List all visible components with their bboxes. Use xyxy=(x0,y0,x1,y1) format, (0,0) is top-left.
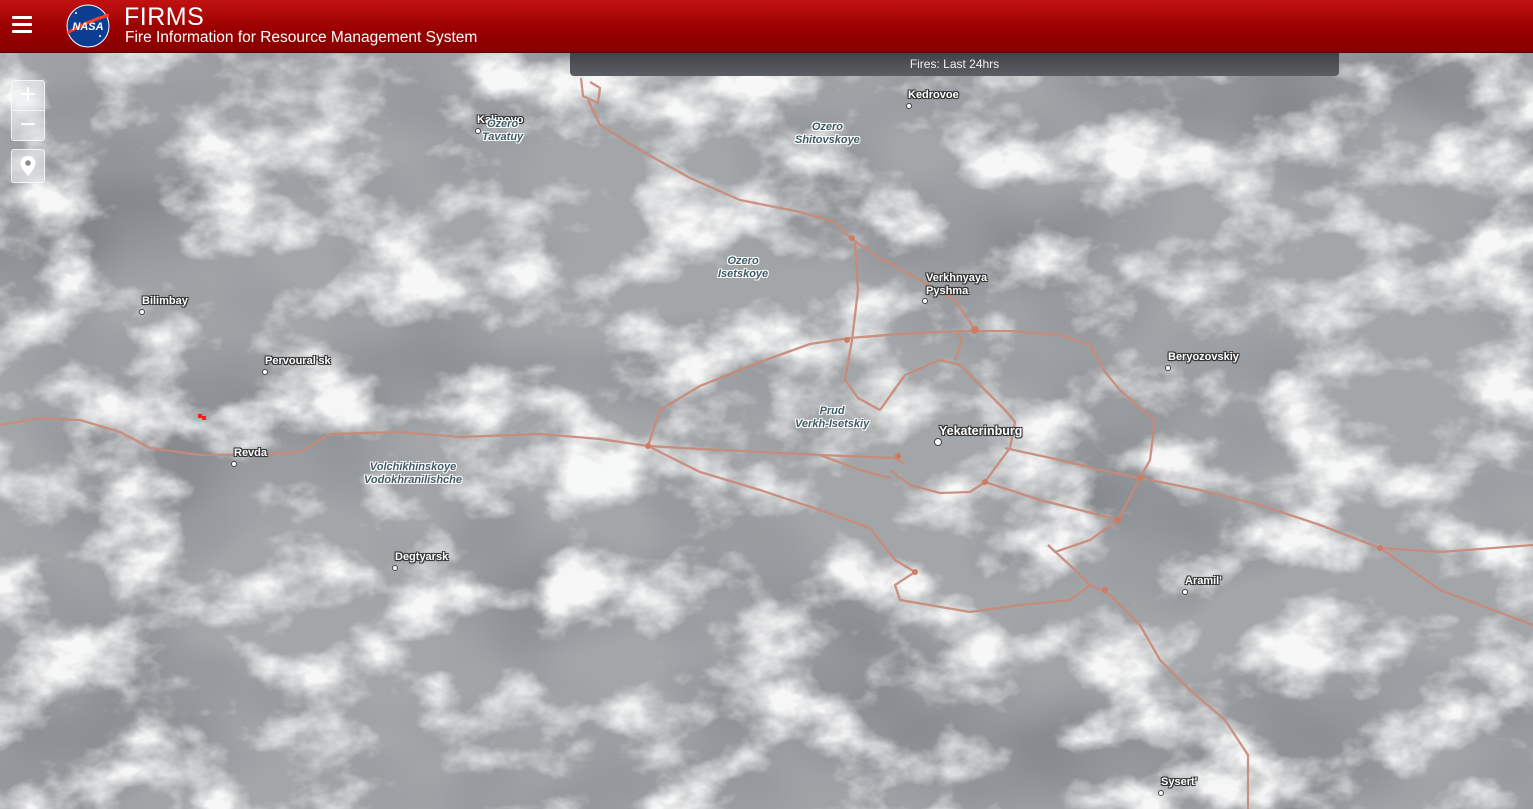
zoom-control: + − xyxy=(11,80,45,141)
nasa-logo-text: NASA xyxy=(72,21,103,33)
place-label: Sysert' xyxy=(1161,776,1198,788)
water-label: Ozero Tavatuy xyxy=(482,118,524,143)
place-marker xyxy=(139,309,145,315)
place-marker xyxy=(475,128,481,134)
place-label: Beryozovskiy xyxy=(1168,351,1239,363)
satellite-imagery xyxy=(0,52,1533,809)
place-label: Verkhnyaya xyxy=(926,272,988,284)
water-label: Ozero Isetskoye xyxy=(718,255,769,280)
place-marker xyxy=(392,565,398,571)
place-label: Bilimbay xyxy=(142,295,188,307)
place-label: Aramil' xyxy=(1185,575,1222,587)
map-pin-icon xyxy=(20,156,36,176)
place-marker xyxy=(906,103,912,109)
place-marker xyxy=(1182,589,1188,595)
place-label: Kedrovoe xyxy=(908,89,959,101)
map-canvas[interactable] xyxy=(0,52,1533,809)
fires-timeframe-bar[interactable]: Fires: Last 24hrs xyxy=(570,52,1339,76)
water-label: Prud Verkh-Isetskiy xyxy=(795,405,870,430)
zoom-in-button[interactable]: + xyxy=(12,81,44,110)
place-marker xyxy=(1158,790,1164,796)
app-subtitle: Fire Information for Resource Management… xyxy=(125,29,478,46)
water-label: Volchikhinskoye Vodokhranilishche xyxy=(364,461,463,486)
place-marker xyxy=(231,461,237,467)
place-marker xyxy=(934,438,942,446)
place-marker xyxy=(1165,365,1171,371)
menu-icon[interactable] xyxy=(12,16,32,34)
city-label-yekaterinburg: Yekaterinburg xyxy=(939,424,1023,438)
nasa-logo: NASA xyxy=(66,4,110,48)
place-label: Pyshma xyxy=(926,285,969,297)
zoom-out-button[interactable]: − xyxy=(12,110,44,140)
place-label: Revda xyxy=(234,447,268,459)
place-label: Degtyarsk xyxy=(395,551,449,563)
water-label: Ozero Shitovskoye xyxy=(795,121,860,146)
fire-hotspot[interactable] xyxy=(202,416,206,420)
place-marker xyxy=(262,369,268,375)
app-title[interactable]: FIRMS xyxy=(124,2,204,32)
place-label: Pervoural'sk xyxy=(265,355,331,367)
place-marker xyxy=(922,298,928,304)
locate-button[interactable] xyxy=(11,149,45,183)
app-header: NASA FIRMS Fire Information for Resource… xyxy=(0,0,1533,53)
